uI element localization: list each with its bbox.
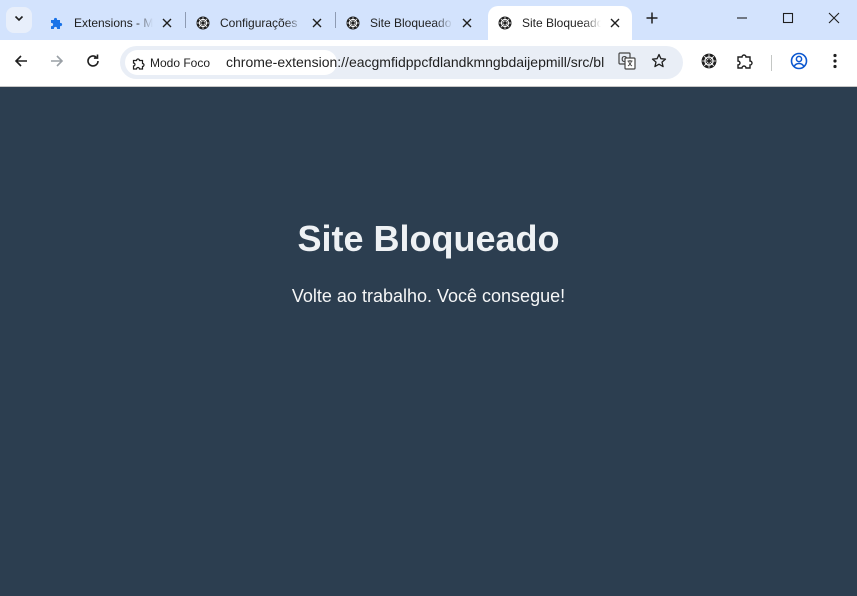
arrow-left-icon bbox=[13, 53, 29, 74]
chevron-down-icon bbox=[13, 11, 25, 29]
account-icon bbox=[790, 52, 808, 75]
extension-chip-label: Modo Foco bbox=[150, 55, 211, 70]
browser-toolbar: Modo Foco chrome-extension://eacgmfidppc… bbox=[0, 40, 857, 86]
close-icon[interactable] bbox=[605, 13, 625, 33]
tab-title: Extensions - Modo Foco bbox=[74, 16, 153, 30]
more-vertical-icon bbox=[833, 53, 837, 74]
close-icon[interactable] bbox=[307, 13, 327, 33]
maximize-button[interactable] bbox=[765, 0, 811, 40]
extensions-menu-button[interactable] bbox=[733, 51, 757, 75]
extension-favicon-icon bbox=[701, 53, 717, 74]
close-icon[interactable] bbox=[457, 13, 477, 33]
tab-configuracoes[interactable]: Configurações bbox=[186, 6, 334, 40]
tab-site-bloqueado[interactable]: Site Bloqueado bbox=[336, 6, 484, 40]
page-message: Volte ao trabalho. Você consegue! bbox=[291, 286, 566, 306]
tab-title: Site Bloqueado bbox=[370, 16, 452, 30]
tab-search-button[interactable] bbox=[6, 7, 32, 33]
close-icon[interactable] bbox=[157, 13, 177, 33]
url-text[interactable]: chrome-extension://eacgmfidppcfdlandkmng… bbox=[226, 46, 604, 79]
back-button[interactable] bbox=[7, 49, 35, 77]
tab-title: Configurações bbox=[220, 16, 298, 30]
tab-site-bloqueado-active[interactable]: Site Bloqueado bbox=[488, 6, 632, 40]
extension-favicon-icon bbox=[498, 16, 512, 30]
star-icon bbox=[651, 53, 667, 74]
plus-icon bbox=[646, 11, 658, 29]
extension-favicon-icon bbox=[346, 16, 360, 30]
puzzle-icon bbox=[736, 52, 754, 75]
arrow-right-icon bbox=[49, 53, 65, 74]
tab-strip: Extensions - Modo Foco Configurações Sit… bbox=[0, 0, 857, 40]
puzzle-icon bbox=[50, 16, 64, 30]
reload-button[interactable] bbox=[79, 49, 107, 77]
tab-title: Site Bloqueado bbox=[522, 16, 601, 30]
profile-button[interactable] bbox=[787, 51, 811, 75]
reload-icon bbox=[85, 53, 101, 74]
forward-button[interactable] bbox=[43, 49, 71, 77]
maximize-icon bbox=[782, 11, 794, 29]
address-bar[interactable]: Modo Foco chrome-extension://eacgmfidppc… bbox=[120, 46, 683, 79]
close-icon bbox=[828, 11, 840, 29]
extension-icon bbox=[131, 55, 147, 71]
translate-button[interactable]: G bbox=[616, 51, 638, 75]
browser-menu-button[interactable] bbox=[823, 51, 847, 75]
bookmark-button[interactable] bbox=[648, 52, 670, 74]
modo-foco-extension-button[interactable] bbox=[697, 51, 721, 75]
new-tab-button[interactable] bbox=[640, 8, 664, 32]
page-content: Site Bloqueado Volte ao trabalho. Você c… bbox=[0, 87, 857, 596]
translate-icon: G bbox=[618, 51, 636, 75]
window-close-button[interactable] bbox=[811, 0, 857, 40]
tab-extensions[interactable]: Extensions - Modo Foco bbox=[40, 6, 184, 40]
toolbar-separator bbox=[771, 55, 772, 71]
minimize-icon bbox=[736, 11, 748, 29]
page-title: Site Bloqueado bbox=[297, 218, 560, 259]
minimize-button[interactable] bbox=[719, 0, 765, 40]
extension-favicon-icon bbox=[196, 16, 210, 30]
